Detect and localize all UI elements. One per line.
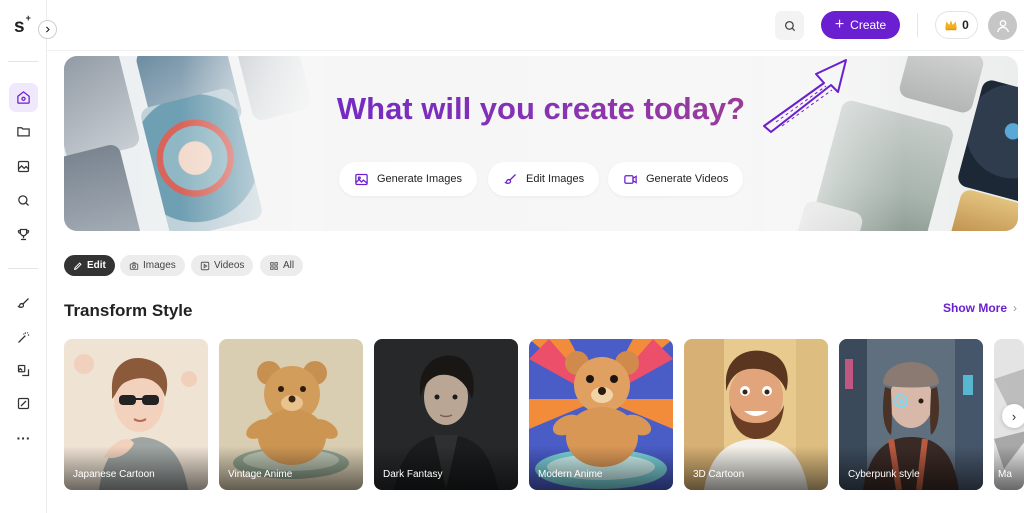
plus-icon: + [834, 15, 845, 33]
credits-count: 0 [962, 18, 969, 32]
edit-images-button[interactable]: Edit Images [488, 162, 600, 196]
card-label: Vintage Anime [228, 469, 293, 480]
sidebar-item-image-edit[interactable] [9, 356, 38, 385]
sidebar-divider [8, 268, 38, 269]
grid-icon [270, 261, 278, 270]
topbar-divider [917, 13, 918, 37]
pencil-icon [73, 261, 82, 270]
sidebar-item-folder[interactable] [9, 117, 38, 146]
crown-icon [945, 20, 957, 31]
card-label: Japanese Cartoon [73, 469, 155, 480]
image-edit-icon [17, 364, 30, 377]
sidebar: s+ ··· [0, 0, 47, 513]
style-card-vintage-anime[interactable]: Vintage Anime [219, 339, 363, 490]
brush-icon [17, 298, 29, 308]
hero-title: What will you create today? [64, 91, 1018, 127]
filter-chip-all[interactable]: All [260, 255, 304, 276]
sidebar-item-brush[interactable] [9, 289, 38, 318]
crop-icon [17, 397, 30, 410]
section-title: Transform Style [64, 301, 193, 320]
hero-fade [64, 56, 324, 231]
show-more-link[interactable]: Show More › [943, 301, 1017, 315]
card-shade [64, 446, 208, 490]
style-card-3d-cartoon[interactable]: 3D Cartoon [684, 339, 828, 490]
filter-chip-label: Videos [214, 260, 245, 271]
generate-images-label: Generate Images [377, 173, 462, 185]
logo-text: s [14, 16, 25, 37]
sidebar-divider [8, 61, 38, 62]
card-label: Dark Fantasy [383, 469, 443, 480]
chevron-right-icon: › [1011, 408, 1017, 424]
create-label: Create [850, 18, 887, 32]
brush-icon [504, 173, 516, 184]
hero-banner: What will you create today? Generate Ima… [64, 56, 1018, 231]
card-label: 3D Cartoon [693, 469, 745, 480]
carousel-next-button[interactable]: › [1002, 404, 1024, 428]
generate-videos-label: Generate Videos [646, 173, 729, 185]
card-shade [374, 446, 518, 490]
sidebar-item-more[interactable]: ··· [9, 423, 38, 452]
filter-chip-label: All [283, 260, 295, 271]
expand-sidebar-button[interactable] [38, 20, 57, 39]
generate-images-button[interactable]: Generate Images [339, 162, 477, 196]
card-label: Ma [998, 469, 1012, 480]
camera-icon [129, 261, 139, 270]
create-button[interactable]: + Create [821, 11, 900, 39]
style-card-japanese-cartoon[interactable]: Japanese Cartoon [64, 339, 208, 490]
play-icon [200, 261, 210, 270]
search-icon [784, 20, 795, 31]
style-card-cyberpunk-style[interactable]: Cyberpunk style [839, 339, 983, 490]
logo[interactable]: s+ [14, 13, 31, 37]
sidebar-item-crop[interactable] [9, 389, 38, 418]
filter-chip-edit[interactable]: Edit [64, 255, 115, 276]
card-shade [684, 446, 828, 490]
magic-wand-icon [18, 332, 30, 343]
filter-chip-images[interactable]: Images [120, 255, 185, 276]
chevron-right-icon: › [1013, 301, 1018, 315]
card-shade [219, 446, 363, 490]
search-icon [18, 195, 29, 206]
sidebar-item-magic-wand[interactable] [9, 323, 38, 352]
gallery-icon [17, 160, 30, 173]
card-shade [839, 446, 983, 490]
style-card-modern-anime[interactable]: Modern Anime [529, 339, 673, 490]
sidebar-item-home[interactable] [9, 83, 38, 112]
top-bar: + Create 0 [47, 0, 1024, 51]
sidebar-item-gallery[interactable] [9, 152, 38, 181]
more-icon: ··· [16, 429, 31, 446]
filter-chip-label: Edit [87, 260, 106, 271]
search-button[interactable] [775, 11, 804, 40]
avatar[interactable] [988, 11, 1017, 40]
card-label: Cyberpunk style [848, 469, 920, 480]
style-card-dark-fantasy[interactable]: Dark Fantasy [374, 339, 518, 490]
trophy-icon [17, 228, 30, 241]
card-shade [529, 446, 673, 490]
video-icon [624, 174, 637, 184]
filter-chip-label: Images [143, 260, 176, 271]
user-icon [996, 19, 1009, 32]
show-more-label: Show More [943, 301, 1008, 315]
folder-icon [17, 127, 30, 137]
sidebar-item-search[interactable] [9, 186, 38, 215]
edit-images-label: Edit Images [526, 173, 585, 185]
generate-videos-button[interactable]: Generate Videos [608, 162, 744, 196]
logo-mark: + [25, 12, 31, 23]
credits-badge[interactable]: 0 [935, 11, 978, 39]
card-shade [994, 446, 1024, 490]
home-icon [17, 91, 30, 104]
image-icon [355, 173, 368, 185]
sidebar-item-trophy[interactable] [9, 220, 38, 249]
filter-chip-videos[interactable]: Videos [191, 255, 254, 276]
chevron-right-icon [45, 26, 50, 33]
card-label: Modern Anime [538, 469, 603, 480]
